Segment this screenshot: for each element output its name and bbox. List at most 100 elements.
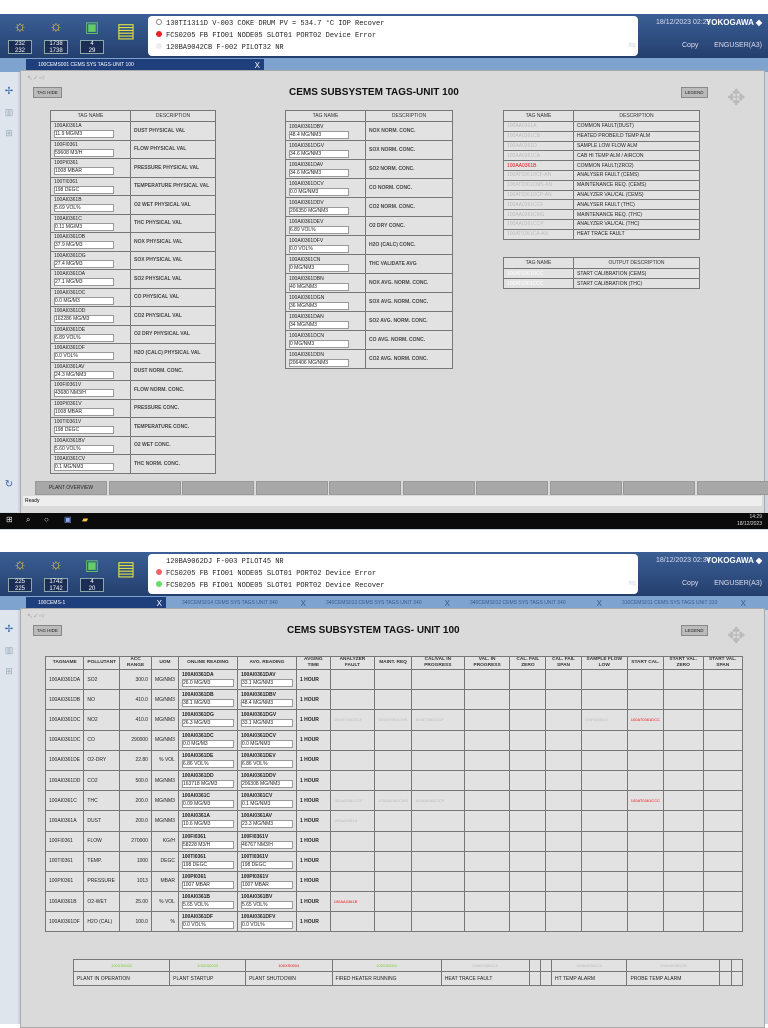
avg-reading-cell[interactable]: 100AI0361BV5.65 VOL%	[237, 892, 296, 912]
nav-button[interactable]	[476, 481, 548, 495]
alarm-tag[interactable]: 100AT0361DCP-AN	[504, 190, 574, 200]
legend-tag[interactable]: 100XS0004	[246, 960, 332, 972]
nav-button[interactable]	[329, 481, 401, 495]
avg-reading-cell[interactable]: 100AI0361DBV48.4 MG/NM3	[237, 690, 296, 710]
alarm-tag[interactable]: 100AA0361B	[504, 161, 574, 171]
process-alarm-icon[interactable]: ☼225225	[6, 556, 34, 592]
avg-reading-cell[interactable]: 100TI0361V198 DEGC	[237, 851, 296, 871]
tag-cell[interactable]: 100AI0361AV24.3 MG/NM3	[51, 362, 131, 381]
system-alarm-icon[interactable]: ☼17421742	[42, 556, 70, 592]
tag-cell[interactable]: 100AI0361B5.69 VOL%	[51, 196, 131, 215]
tag-hide-button[interactable]: TAG HIDE	[33, 87, 62, 98]
legend-tag[interactable]	[540, 960, 551, 972]
online-reading-cell[interactable]: 100AI0361DA26.0 MG/M3	[178, 670, 237, 690]
tag-cell[interactable]: 100AI0361DCN0 MG/NM3	[286, 331, 366, 350]
online-reading-cell[interactable]: 100AI0361DG26.3 MG/M3	[178, 710, 237, 730]
avg-reading-cell[interactable]: 100AI0361DEV6.86 VOL%	[237, 750, 296, 770]
online-reading-cell[interactable]: 100AI0361DE6.86 VOL%	[178, 750, 237, 770]
alarm-line[interactable]: 120BA9062DJ F-003 PILOT45 NR	[156, 556, 630, 568]
online-reading-cell[interactable]: 100AI0361DF0.0 VOL%	[178, 912, 237, 932]
alarm-tag[interactable]: 100AA0361CA	[504, 151, 574, 161]
graphic-toolbar-icons[interactable]: ↖✓▫▿	[27, 612, 45, 620]
online-reading-cell[interactable]: 100TI0361198 DEGC	[178, 851, 237, 871]
avg-reading-cell[interactable]: 100PI0361V1007 MBAR	[237, 871, 296, 891]
trend-icon[interactable]: ▥	[0, 107, 18, 118]
status-cell[interactable]: 100FA0361S	[581, 710, 627, 730]
tag-cell[interactable]: 100AI0361DG27.4 MG/M3	[51, 251, 131, 270]
tag-cell[interactable]: 100AI0361DDV206350 MG/NM3	[286, 198, 366, 217]
alarm-tag[interactable]: 100AA0361D	[504, 141, 574, 151]
pan-arrows-icon[interactable]: ✥	[727, 85, 745, 111]
app-icon[interactable]: ▣	[64, 515, 72, 524]
nav-button[interactable]	[109, 481, 181, 495]
status-cell[interactable]: 100AT0361DCP	[411, 710, 464, 730]
nav-button[interactable]	[697, 481, 768, 495]
legend-tag[interactable]: 100XS0002	[74, 960, 170, 972]
avg-reading-cell[interactable]: 100AI0361DCV0.0 MG/NM3	[237, 730, 296, 750]
nav-button[interactable]	[182, 481, 254, 495]
tag-cell[interactable]: 100AI0361DAV34.6 MG/NM3	[286, 160, 366, 179]
navigation-icon[interactable]: ✢	[0, 86, 18, 97]
tag-cell[interactable]: 100AI0361CN0 MG/NM3	[286, 255, 366, 274]
tag-hide-button[interactable]: TAG HIDE	[33, 625, 62, 636]
tag-cell[interactable]: 100AI0361DCV0.0 MG/NM3	[286, 179, 366, 198]
online-reading-cell[interactable]: 100AI0361DC0.0 MG/M3	[178, 730, 237, 750]
tag-cell[interactable]: 100AI0361DFV0.0 VOL%	[286, 236, 366, 255]
tag-cell[interactable]: 100FI036159608 M3/H	[51, 140, 131, 159]
avg-reading-cell[interactable]: 100AI0361DFV0.0 VOL%	[237, 912, 296, 932]
start-icon[interactable]: ⊞	[6, 515, 13, 524]
search-icon[interactable]: ⌕	[26, 515, 30, 525]
task-view-icon[interactable]: ○	[44, 515, 49, 524]
status-cell[interactable]: 100AA0361A	[330, 811, 374, 831]
alarm-tag[interactable]: 100AT0361CA-AN	[504, 229, 574, 239]
status-cell[interactable]: 100AA0361B	[330, 892, 374, 912]
legend-tag[interactable]: 100XS0003	[170, 960, 246, 972]
tag-cell[interactable]: 100AI0361BV5.60 VOL%	[51, 436, 131, 455]
legend-button[interactable]: LEGEND	[681, 625, 708, 636]
legend-tag[interactable]: 100XS0001	[332, 960, 441, 972]
status-cell[interactable]: 100AT0361CCC	[627, 791, 663, 811]
avg-reading-cell[interactable]: 100AI0361DDV206308 MG/NM3	[237, 770, 296, 790]
trend-icon[interactable]: ▥	[0, 645, 18, 656]
alarm-tag[interactable]: 100AA0361CCF	[504, 200, 574, 210]
tag-cell[interactable]: 100AI0361DC0.0 MG/M3	[51, 288, 131, 307]
tag-cell[interactable]: 100AI0361DB37.9 MG/M3	[51, 233, 131, 252]
tag-cell[interactable]: 100AI0361DDN206406 MG/NM3	[286, 350, 366, 369]
graphic-toolbar-icons[interactable]: ↖✓▫▿	[27, 74, 45, 82]
alarm-line[interactable]: FCS0205 FB FIO01 NODE05 SLOT01 PORT02 De…	[156, 580, 630, 592]
avg-reading-cell[interactable]: 100FI0361V46767 NM3/H	[237, 831, 296, 851]
alarm-message-panel[interactable]: 120BA9062DJ F-003 PILOT45 NR FCS0205 FB …	[148, 554, 638, 594]
tag-cell[interactable]: 100AI0361DAN34 MG/NM3	[286, 312, 366, 331]
avg-reading-cell[interactable]: 100AI0361AV23.3 MG/NM3	[237, 811, 296, 831]
legend-tag[interactable]	[720, 960, 731, 972]
tag-cell[interactable]: 100AI0361DBN40 MG/NM3	[286, 274, 366, 293]
nav-button[interactable]	[623, 481, 695, 495]
grid-icon[interactable]: ⊞	[0, 666, 18, 677]
grid-icon[interactable]: ⊞	[0, 128, 18, 139]
online-reading-cell[interactable]: 100PI03611007 MBAR	[178, 871, 237, 891]
status-cell[interactable]: 100AA0361CCF	[330, 791, 374, 811]
tag-cell[interactable]: 100AI0361DD162286 MG/M3	[51, 307, 131, 326]
navigation-icon[interactable]: ✢	[0, 624, 18, 635]
legend-button[interactable]: LEGEND	[681, 87, 708, 98]
message-monitor-icon[interactable]: ▤	[112, 556, 140, 592]
legend-tag[interactable]	[529, 960, 540, 972]
tag-cell[interactable]: 100AI0361DEV6.89 VOL%	[286, 217, 366, 236]
tag-cell[interactable]: 100AI0361DBV48.4 MG/NM3	[286, 122, 366, 141]
legend-tag[interactable]: 100AA0361CB	[627, 960, 720, 972]
plant-overview-button[interactable]: PLANT OVERVIEW	[35, 481, 107, 495]
online-reading-cell[interactable]: 100AI0361DD163718 MG/M3	[178, 770, 237, 790]
online-reading-cell[interactable]: 100AI0361A10.6 MG/M3	[178, 811, 237, 831]
status-cell[interactable]: 100AT0361DCC	[627, 710, 663, 730]
tag-cell[interactable]: 100AI0361A11.9 MG/M3	[51, 122, 131, 141]
system-alarm-icon[interactable]: ☼17381738	[42, 18, 70, 54]
online-reading-cell[interactable]: 100AI0361B5.65 VOL%	[178, 892, 237, 912]
user-button[interactable]: ENGUSER(A3)	[714, 580, 762, 587]
tag-cell[interactable]: 100AI0361DE6.89 VOL%	[51, 325, 131, 344]
folder-icon[interactable]: ▰	[82, 515, 88, 524]
tag-cell[interactable]: 100AI0361CV0.1 MG/NM3	[51, 455, 131, 474]
online-reading-cell[interactable]: 100FI036158228 M3/H	[178, 831, 237, 851]
process-alarm-icon[interactable]: ☼232232	[6, 18, 34, 54]
alarm-tag[interactable]: 100AA0361CCP	[504, 219, 574, 229]
tag-cell[interactable]: 100AI0361DA27.1 MG/M3	[51, 270, 131, 289]
